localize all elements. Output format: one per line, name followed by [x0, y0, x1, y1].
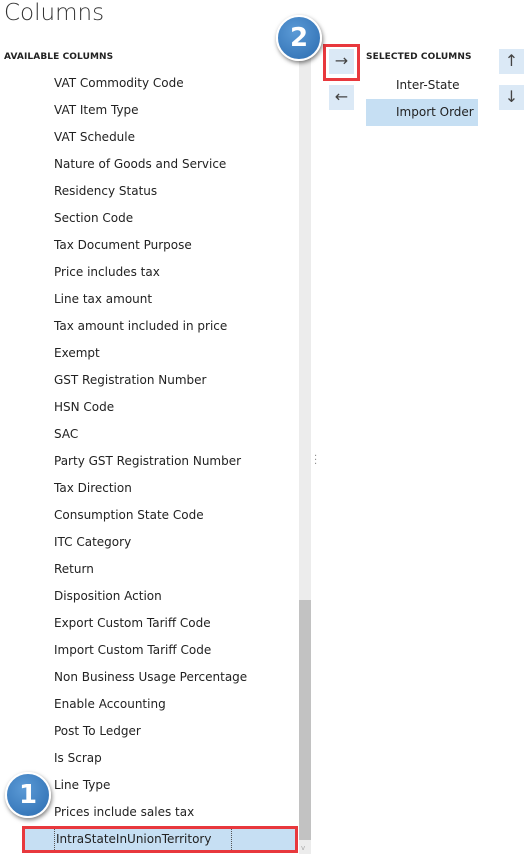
list-item[interactable]: Price includes tax	[0, 259, 298, 286]
scroll-down-icon[interactable]: v	[301, 844, 305, 852]
list-item[interactable]: VAT Item Type	[0, 97, 298, 124]
list-item[interactable]: Non Business Usage Percentage	[0, 664, 298, 691]
list-item[interactable]: Tax Direction	[0, 475, 298, 502]
page-title: Columns	[4, 0, 105, 26]
list-item[interactable]: ITC Category	[0, 529, 298, 556]
step-badge-1: 1	[5, 772, 51, 818]
scrollbar[interactable]: ^ v	[299, 48, 311, 854]
list-item[interactable]: VAT Commodity Code	[0, 70, 298, 97]
list-item[interactable]: Disposition Action	[0, 583, 298, 610]
list-item[interactable]: Tax amount included in price	[0, 313, 298, 340]
list-item[interactable]: Consumption State Code	[0, 502, 298, 529]
available-columns-list: VAT Commodity Code VAT Item Type VAT Sched…	[0, 70, 298, 853]
list-item[interactable]: Party GST Registration Number	[0, 448, 298, 475]
list-item[interactable]: Enable Accounting	[0, 691, 298, 718]
list-item[interactable]: Tax Document Purpose	[0, 232, 298, 259]
list-item[interactable]: Section Code	[0, 205, 298, 232]
list-item-selected[interactable]: IntraStateInUnionTerritory	[22, 826, 298, 853]
list-item[interactable]: Post To Ledger	[0, 718, 298, 745]
list-item[interactable]: Is Scrap	[0, 745, 298, 772]
list-item[interactable]: VAT Schedule	[0, 124, 298, 151]
list-item[interactable]: Import Custom Tariff Code	[0, 637, 298, 664]
list-item[interactable]: HSN Code	[0, 394, 298, 421]
list-item[interactable]: Return	[0, 556, 298, 583]
step-badge-2: 2	[276, 15, 322, 61]
scrollbar-thumb[interactable]	[299, 600, 311, 840]
selected-item[interactable]: Inter-State	[366, 72, 478, 99]
list-item[interactable]: SAC	[0, 421, 298, 448]
list-item[interactable]: Exempt	[0, 340, 298, 367]
move-up-button[interactable]: ↑	[499, 49, 524, 74]
selected-item[interactable]: Import Order	[366, 99, 478, 126]
splitter-handle[interactable]: · · ·	[314, 452, 317, 470]
list-item[interactable]: GST Registration Number	[0, 367, 298, 394]
list-item[interactable]: Nature of Goods and Service	[0, 151, 298, 178]
callout-box-add	[323, 44, 360, 81]
selected-columns-header: SELECTED COLUMNS	[366, 52, 472, 62]
remove-column-button[interactable]: ←	[329, 85, 354, 110]
list-item-label: IntraStateInUnionTerritory	[54, 828, 233, 850]
available-columns-header: AVAILABLE COLUMNS	[4, 52, 114, 62]
move-down-button[interactable]: ↓	[499, 85, 524, 110]
list-item[interactable]: Export Custom Tariff Code	[0, 610, 298, 637]
list-item[interactable]: Residency Status	[0, 178, 298, 205]
list-item[interactable]: Line tax amount	[0, 286, 298, 313]
